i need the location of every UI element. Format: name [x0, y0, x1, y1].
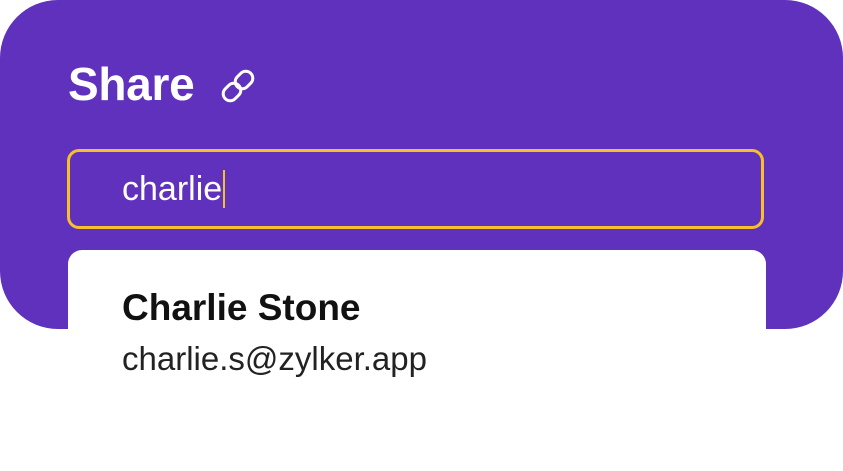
suggestion-email: charlie.s@zylker.app	[122, 340, 427, 377]
share-title: Share	[68, 58, 195, 110]
suggestion-item[interactable]: Charlie Stone charlie.s@zylker.app	[68, 250, 766, 471]
share-search-input[interactable]: charlie	[67, 149, 764, 229]
text-caret	[223, 170, 226, 208]
suggestion-name: Charlie Stone	[122, 287, 361, 328]
share-screen: Share charlie Charlie Stone charlie.s@zy…	[0, 0, 843, 471]
search-input-value[interactable]: charlie	[122, 169, 222, 209]
share-header: Share	[68, 56, 260, 112]
link-icon[interactable]	[216, 64, 260, 108]
